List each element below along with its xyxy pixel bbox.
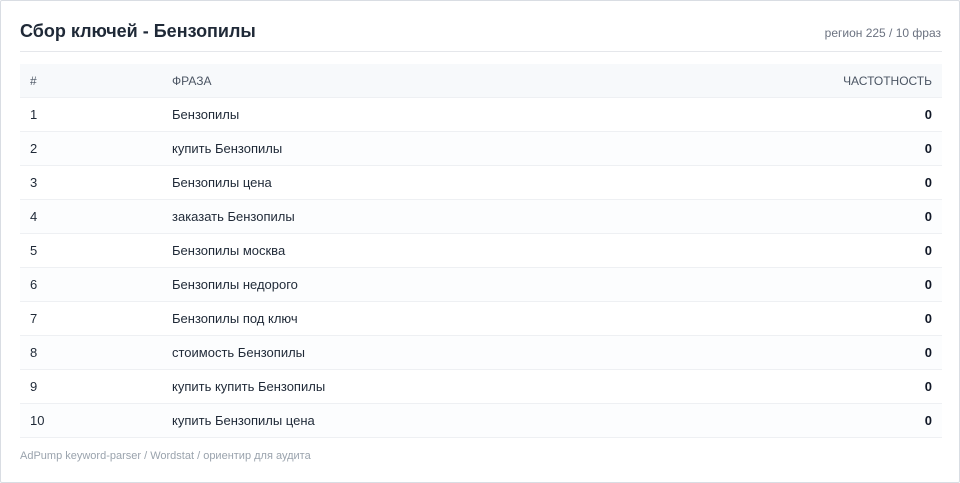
row-num: 6 — [20, 267, 172, 302]
column-header-num: # — [20, 64, 172, 98]
row-frequency: 0 — [772, 131, 942, 166]
row-frequency: 0 — [772, 267, 942, 302]
row-frequency: 0 — [772, 199, 942, 234]
table-row: 7 Бензопилы под ключ 0 — [20, 301, 942, 336]
source-footnote: AdPump keyword-parser / Wordstat / ориен… — [20, 450, 311, 462]
row-frequency: 0 — [772, 369, 942, 404]
row-frequency: 0 — [772, 335, 942, 370]
table-row: 8 стоимость Бензопилы 0 — [20, 335, 942, 370]
row-phrase: купить купить Бензопилы — [172, 369, 772, 404]
row-phrase: Бензопилы москва — [172, 233, 772, 268]
column-header-phrase: ФРАЗА — [172, 64, 772, 98]
table-row: 3 Бензопилы цена 0 — [20, 165, 942, 200]
page-title: Сбор ключей - Бензопилы — [20, 21, 256, 41]
row-phrase: Бензопилы под ключ — [172, 301, 772, 336]
table-body: 1 Бензопилы 0 2 купить Бензопилы 0 3 Бен… — [20, 97, 942, 438]
row-frequency: 0 — [772, 97, 942, 132]
row-num: 7 — [20, 301, 172, 336]
table-row: 10 купить Бензопилы цена 0 — [20, 403, 942, 438]
row-num: 10 — [20, 403, 172, 438]
row-num: 2 — [20, 131, 172, 166]
row-num: 5 — [20, 233, 172, 268]
row-num: 3 — [20, 165, 172, 200]
row-phrase: Бензопилы недорого — [172, 267, 772, 302]
table-row: 4 заказать Бензопилы 0 — [20, 199, 942, 234]
table-header: # ФРАЗА ЧАСТОТНОСТЬ — [20, 64, 942, 98]
keywords-table: # ФРАЗА ЧАСТОТНОСТЬ 1 Бензопилы 0 2 купи… — [20, 64, 942, 438]
column-header-frequency: ЧАСТОТНОСТЬ — [772, 64, 942, 98]
row-phrase: купить Бензопилы цена — [172, 403, 772, 438]
row-num: 9 — [20, 369, 172, 404]
row-phrase: Бензопилы цена — [172, 165, 772, 200]
table-row: 9 купить купить Бензопилы 0 — [20, 369, 942, 404]
row-frequency: 0 — [772, 301, 942, 336]
region-phrase-count: регион 225 / 10 фраз — [824, 26, 941, 40]
table-row: 1 Бензопилы 0 — [20, 97, 942, 132]
card-header: Сбор ключей - Бензопилы регион 225 / 10 … — [20, 17, 942, 52]
row-num: 4 — [20, 199, 172, 234]
table-row: 5 Бензопилы москва 0 — [20, 233, 942, 268]
row-frequency: 0 — [772, 233, 942, 268]
row-phrase: заказать Бензопилы — [172, 199, 772, 234]
row-frequency: 0 — [772, 403, 942, 438]
row-phrase: купить Бензопилы — [172, 131, 772, 166]
table-header-row: # ФРАЗА ЧАСТОТНОСТЬ — [20, 64, 942, 98]
row-num: 8 — [20, 335, 172, 370]
row-num: 1 — [20, 97, 172, 132]
row-phrase: Бензопилы — [172, 97, 772, 132]
row-frequency: 0 — [772, 165, 942, 200]
report-card: Сбор ключей - Бензопилы регион 225 / 10 … — [0, 0, 960, 483]
table-row: 6 Бензопилы недорого 0 — [20, 267, 942, 302]
table-row: 2 купить Бензопилы 0 — [20, 131, 942, 166]
row-phrase: стоимость Бензопилы — [172, 335, 772, 370]
